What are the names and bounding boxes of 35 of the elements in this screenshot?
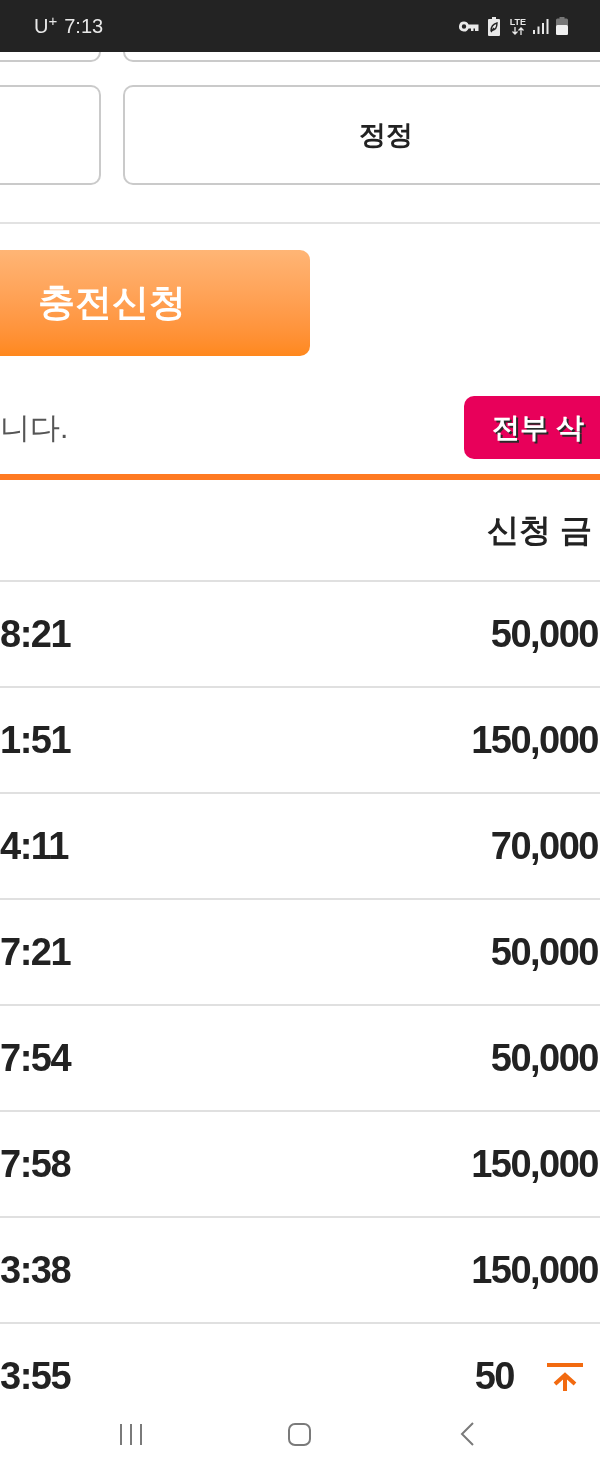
table-cell: 150,000 (471, 721, 598, 759)
key-icon (458, 20, 479, 32)
table-cell: 150,000 (471, 1145, 598, 1183)
cut-off-button[interactable] (0, 85, 101, 185)
network-type-label: LTE (509, 17, 526, 27)
table-cell: 4:11 (0, 827, 68, 865)
column-header: 신청 금 (487, 514, 592, 546)
battery-saver-icon (487, 16, 500, 36)
table-cell: 70,000 (490, 827, 598, 865)
correction-button[interactable]: 정정 (123, 85, 600, 185)
table-cell: 50,000 (490, 1039, 598, 1077)
recent-apps-icon[interactable] (120, 1423, 142, 1445)
cut-off-button[interactable] (0, 52, 101, 62)
cut-off-button[interactable] (123, 52, 600, 62)
back-icon[interactable] (460, 1422, 474, 1446)
table-cell: 150,000 (471, 1251, 598, 1289)
carrier-label: U$^{+}$ (34, 16, 58, 36)
table-cell: 1:51 (0, 721, 71, 759)
table-cell: 3:38 (0, 1251, 71, 1289)
table-cell: 50,000 (490, 615, 598, 653)
table-cell: 50 (474, 1357, 514, 1395)
table-cell: 8:21 (0, 615, 71, 653)
delete-all-button[interactable]: 전부 삭 (464, 396, 600, 459)
table-cell: 3:55 (0, 1357, 71, 1395)
battery-icon (556, 17, 568, 35)
arrow-up-to-bar-icon (547, 1363, 583, 1391)
table-cell: 7:54 (0, 1039, 71, 1077)
signal-icon (533, 18, 549, 34)
data-arrows-icon (510, 26, 525, 35)
clock: 7:13 (64, 16, 104, 36)
table-cell: 50,000 (490, 933, 598, 971)
home-icon[interactable] (288, 1422, 311, 1446)
table-cell: 7:58 (0, 1145, 71, 1183)
notice-text: 니다. (0, 412, 69, 443)
table-cell: 7:21 (0, 933, 71, 971)
